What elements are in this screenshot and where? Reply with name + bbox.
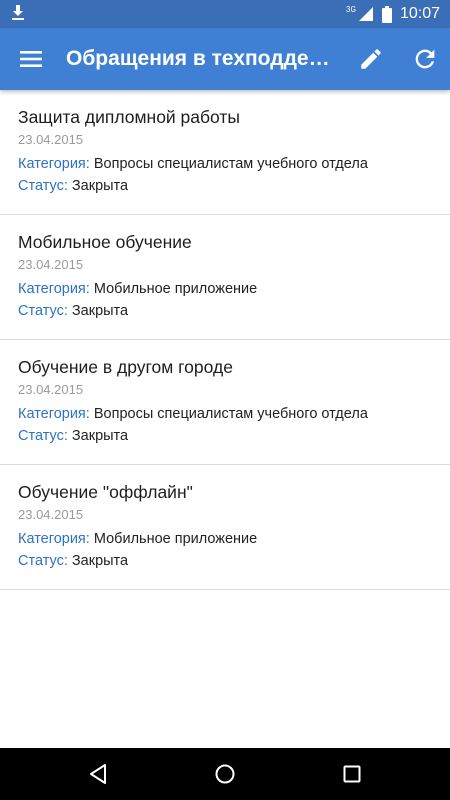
request-category: Категория: Вопросы специалистам учебного…: [18, 156, 368, 172]
request-status: Статус: Закрыта: [18, 178, 128, 194]
request-title: Мобильное обучение: [18, 232, 192, 252]
request-title: Обучение "оффлайн": [18, 482, 193, 502]
category-value: Мобильное приложение: [93, 281, 258, 297]
request-date: 23.04.2015: [18, 382, 84, 397]
download-icon: [12, 5, 24, 20]
status-label: Статус:: [18, 428, 68, 444]
edit-icon[interactable]: [358, 46, 384, 72]
status-value: Закрыта: [71, 428, 129, 444]
category-label: Категория:: [18, 406, 90, 422]
category-label: Категория:: [18, 281, 90, 297]
request-category: Категория: Мобильное приложение: [18, 281, 257, 297]
request-date: 23.04.2015: [18, 257, 84, 272]
request-category: Категория: Вопросы специалистам учебного…: [18, 406, 368, 422]
battery-icon: [381, 5, 392, 23]
status-label: Статус:: [18, 303, 68, 319]
status-value: Закрыта: [71, 303, 129, 319]
navigation-bar: [0, 748, 450, 800]
status-value: Закрыта: [71, 178, 129, 194]
request-status: Статус: Закрыта: [18, 303, 128, 319]
home-icon[interactable]: [213, 762, 237, 786]
category-label: Категория:: [18, 156, 90, 172]
category-value: Вопросы специалистам учебного отдела: [93, 156, 368, 172]
network-type-label: 3G: [346, 4, 356, 14]
list-item[interactable]: Мобильное обучение 23.04.2015 Категория:…: [0, 215, 450, 340]
status-label: Статус:: [18, 553, 68, 569]
status-bar: 3G 10:07: [0, 0, 450, 28]
list-item[interactable]: Защита дипломной работы 23.04.2015 Катег…: [0, 90, 450, 215]
list-item[interactable]: Обучение в другом городе 23.04.2015 Кате…: [0, 340, 450, 465]
request-title: Защита дипломной работы: [18, 107, 240, 127]
back-icon[interactable]: [86, 762, 110, 786]
category-value: Мобильное приложение: [93, 531, 258, 547]
clock: 10:07: [399, 5, 440, 22]
signal-icon: [358, 7, 373, 21]
page-title: Обращения в техподдержку: [66, 47, 340, 70]
status-value: Закрыта: [71, 553, 129, 569]
request-date: 23.04.2015: [18, 132, 84, 147]
menu-icon[interactable]: [18, 46, 44, 72]
request-title: Обучение в другом городе: [18, 357, 233, 377]
requests-list: Защита дипломной работы 23.04.2015 Катег…: [0, 90, 450, 590]
request-status: Статус: Закрыта: [18, 553, 128, 569]
recents-icon[interactable]: [340, 762, 364, 786]
request-status: Статус: Закрыта: [18, 428, 128, 444]
refresh-icon[interactable]: [411, 45, 439, 73]
status-label: Статус:: [18, 178, 68, 194]
list-item[interactable]: Обучение "оффлайн" 23.04.2015 Категория:…: [0, 465, 450, 590]
category-value: Вопросы специалистам учебного отдела: [93, 406, 368, 422]
request-category: Категория: Мобильное приложение: [18, 531, 257, 547]
request-date: 23.04.2015: [18, 507, 84, 522]
app-bar: Обращения в техподдержку: [0, 28, 450, 90]
category-label: Категория:: [18, 531, 90, 547]
